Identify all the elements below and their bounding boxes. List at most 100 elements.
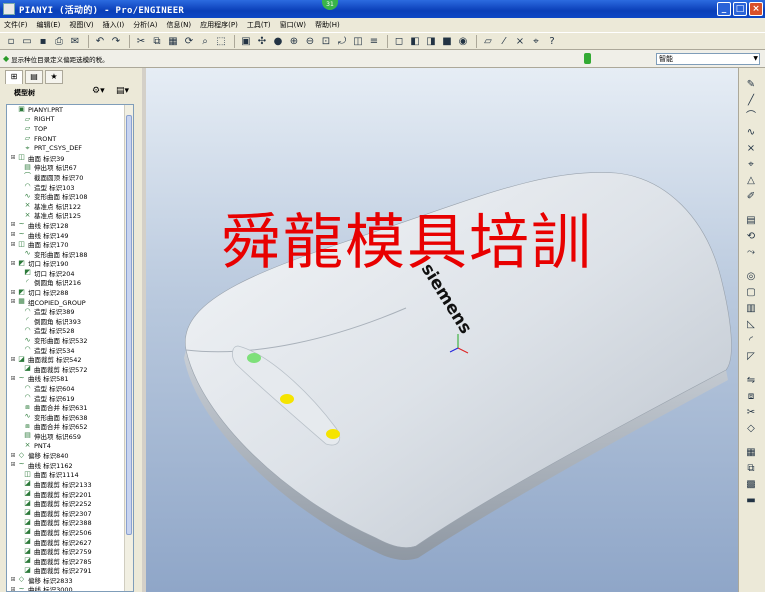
tree-item[interactable]: × 基准点 标识125 <box>7 211 133 220</box>
tree-item[interactable]: × PNT4 <box>7 441 133 451</box>
expand-icon[interactable]: ⊞ <box>9 231 17 238</box>
redo-icon[interactable]: ↷ <box>109 34 123 48</box>
expand-icon[interactable]: ⊞ <box>9 260 17 267</box>
tree-item[interactable]: ▱ RIGHT <box>7 115 133 125</box>
revolve-tool-icon[interactable]: ⟲ <box>743 230 759 244</box>
tree-item[interactable]: ⊞ ▦ 组COPIED_GROUP <box>7 297 133 307</box>
tree-scrollbar[interactable] <box>124 105 133 591</box>
tree-item[interactable]: ▤ 伸出项 标识67 <box>7 163 133 172</box>
datum-planes-icon[interactable]: ▱ <box>481 34 495 48</box>
new-icon[interactable]: ▫ <box>4 34 18 48</box>
rib-icon[interactable]: ▥ <box>743 302 759 316</box>
tree-item[interactable]: ◪ 曲面裁剪 标识572 <box>7 364 133 374</box>
tree-item[interactable]: ⊞ ◩ 切口 标识288 <box>7 287 133 297</box>
chevron-down-icon[interactable]: ▼ <box>753 54 758 64</box>
tree-item[interactable]: ▱ TOP <box>7 124 133 134</box>
menu-item-2[interactable]: 视图(V) <box>69 20 93 30</box>
tree-settings-icon[interactable]: ⚙▾ <box>92 86 105 96</box>
tree-item[interactable]: ◪ 曲面裁剪 标识2133 <box>7 479 133 489</box>
tree-item[interactable]: ⊞ ~ 曲线 标识1162 <box>7 460 133 470</box>
tree-item[interactable]: ◠ 造型 标识619 <box>7 393 133 403</box>
sweep-tool-icon[interactable]: ⤳ <box>743 246 759 260</box>
tree-columns-icon[interactable]: ▤▾ <box>116 86 129 96</box>
no-hidden-icon[interactable]: ◨ <box>424 34 438 48</box>
tree-item[interactable]: ⊞ ◇ 偏移 标识2833 <box>7 575 133 585</box>
tree-item[interactable]: ◠ 造型 标识103 <box>7 182 133 192</box>
tree-item[interactable]: ◪ 曲面裁剪 标识2388 <box>7 518 133 527</box>
wireframe-icon[interactable]: ◻ <box>392 34 406 48</box>
merge-icon[interactable]: ⧈ <box>743 390 759 404</box>
csys-icon[interactable]: ⌖ <box>529 34 543 48</box>
copy-icon[interactable]: ⧉ <box>150 34 164 48</box>
tree-item[interactable]: ▣ PIANYI.PRT <box>7 105 133 115</box>
email-icon[interactable]: ✉ <box>68 34 82 48</box>
tree-item[interactable]: ⊞ ~ 曲线 标识581 <box>7 374 133 383</box>
graphics-viewport[interactable]: siemens 舜龍模具培訓 <box>146 68 738 592</box>
tree-item[interactable]: ∿ 变形曲面 标识532 <box>7 335 133 345</box>
fill-icon[interactable]: ▩ <box>743 478 759 492</box>
tree-item[interactable]: ⊞ ◫ 曲面 标识39 <box>7 153 133 163</box>
tree-item[interactable]: ⊞ ~ 曲线 标识128 <box>7 220 133 230</box>
draft-icon[interactable]: ◺ <box>743 318 759 332</box>
tab-folder-browser[interactable]: ▤ <box>25 70 43 84</box>
tree-item[interactable]: ◪ 曲面裁剪 标识2791 <box>7 566 133 575</box>
hidden-line-icon[interactable]: ◧ <box>408 34 422 48</box>
menu-item-8[interactable]: 窗口(W) <box>280 20 306 30</box>
regenerate-icon[interactable]: ⟳ <box>182 34 196 48</box>
tab-model-tree[interactable]: ⊞ <box>5 70 23 84</box>
expand-icon[interactable]: ⊞ <box>9 154 17 161</box>
orient-icon[interactable]: ● <box>271 34 285 48</box>
print-icon[interactable]: ⎙ <box>52 34 66 48</box>
select-box-icon[interactable]: ⬚ <box>214 34 228 48</box>
menu-item-0[interactable]: 文件(F) <box>4 20 28 30</box>
find-icon[interactable]: ⌕ <box>198 34 212 48</box>
tree-item[interactable]: ◪ 曲面裁剪 标识2307 <box>7 508 133 518</box>
tree-item[interactable]: ◜ 倒圆角 标识216 <box>7 278 133 287</box>
tree-item[interactable]: ◪ 曲面裁剪 标识2252 <box>7 498 133 508</box>
datum-points-icon[interactable]: × <box>513 34 527 48</box>
tree-item[interactable]: ⊞ ◇ 偏移 标识840 <box>7 450 133 460</box>
tree-item[interactable]: ⊞ ◩ 切口 标识190 <box>7 259 133 268</box>
datum-axes-icon[interactable]: ⁄ <box>497 34 511 48</box>
saved-views-icon[interactable]: ◫ <box>351 34 365 48</box>
expand-icon[interactable]: ⊞ <box>9 221 17 228</box>
tree-item[interactable]: ◪ 曲面裁剪 标识2627 <box>7 537 133 547</box>
expand-icon[interactable]: ⊞ <box>9 461 17 468</box>
extrude-tool-icon[interactable]: ▤ <box>743 214 759 228</box>
spline-icon[interactable]: ∿ <box>743 126 759 140</box>
zoom-out-icon[interactable]: ⊖ <box>303 34 317 48</box>
tree-item[interactable]: ⧈ 曲面合并 标识631 <box>7 402 133 412</box>
cut-icon[interactable]: ✂ <box>134 34 148 48</box>
expand-icon[interactable]: ⊞ <box>9 356 17 363</box>
tree-scrollbar-thumb[interactable] <box>126 115 132 535</box>
menu-item-4[interactable]: 分析(A) <box>133 20 157 30</box>
tree-item[interactable]: ◜ 倒圆角 标识393 <box>7 316 133 326</box>
tree-item[interactable]: ◠ 造型 标识604 <box>7 383 133 393</box>
tree-item[interactable]: ◪ 曲面裁剪 标识2759 <box>7 546 133 556</box>
menu-item-3[interactable]: 插入(I) <box>103 20 125 30</box>
tab-favorites[interactable]: ★ <box>45 70 63 84</box>
save-icon[interactable]: ▪ <box>36 34 50 48</box>
tree-item[interactable]: ◩ 切口 标识204 <box>7 268 133 278</box>
selection-filter[interactable]: 智能 ▼ <box>656 53 760 65</box>
tree-item[interactable]: ⊞ ◪ 曲面裁剪 标识542 <box>7 354 133 364</box>
mirror-icon[interactable]: ⇋ <box>743 374 759 388</box>
undo-icon[interactable]: ↶ <box>93 34 107 48</box>
csys-datum-icon[interactable]: ⌖ <box>743 158 759 172</box>
expand-icon[interactable]: ⊞ <box>9 289 17 296</box>
tree-item[interactable]: ◫ 曲面 标识1114 <box>7 470 133 479</box>
tree-item[interactable]: ∿ 变形曲面 标识188 <box>7 249 133 259</box>
arc-icon[interactable]: ⌒ <box>743 110 759 124</box>
tree-item[interactable]: ⌖ PRT_CSYS_DEF <box>7 143 133 153</box>
trim-icon[interactable]: ✂ <box>743 406 759 420</box>
reorient-icon[interactable]: ⤾ <box>335 34 349 48</box>
line-icon[interactable]: ╱ <box>743 94 759 108</box>
maximize-button[interactable]: □ <box>733 2 747 16</box>
round-icon[interactable]: ◜ <box>743 334 759 348</box>
expand-icon[interactable]: ⊞ <box>9 576 17 583</box>
tree-item[interactable]: ◪ 曲面裁剪 标识2506 <box>7 527 133 537</box>
menu-item-9[interactable]: 帮助(H) <box>315 20 340 30</box>
tree-item[interactable]: ◠ 造型 标识389 <box>7 306 133 316</box>
tree-item[interactable]: ▤ 伸出项 标识659 <box>7 431 133 441</box>
refit-icon[interactable]: ⊡ <box>319 34 333 48</box>
